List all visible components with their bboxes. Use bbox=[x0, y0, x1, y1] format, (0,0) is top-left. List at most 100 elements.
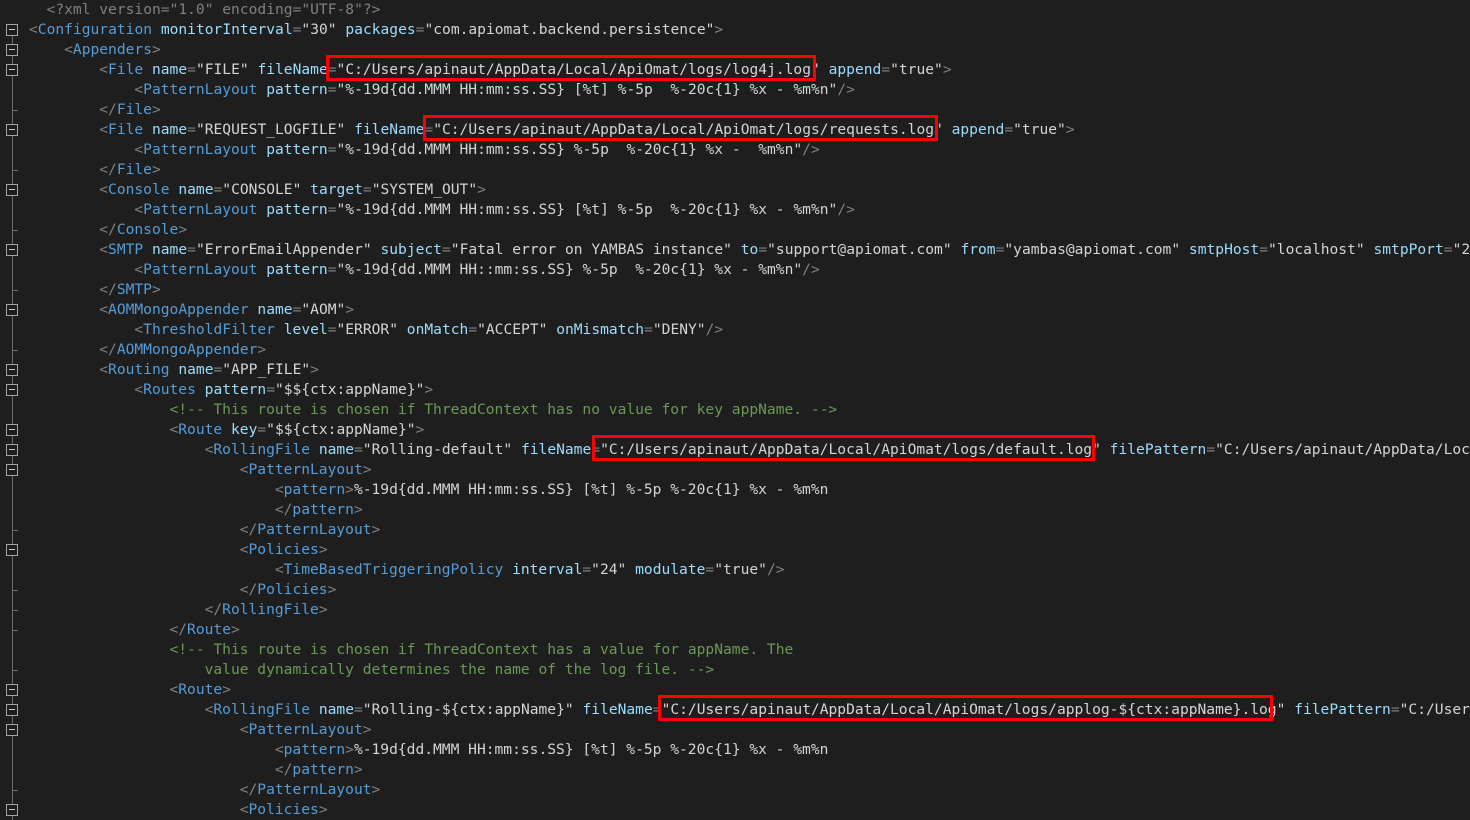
fold-tick bbox=[12, 170, 18, 171]
code-token-attr: name bbox=[152, 121, 187, 138]
code-token-punct: </ bbox=[99, 101, 117, 118]
fold-tick bbox=[12, 610, 18, 611]
fold-collapse-icon[interactable] bbox=[6, 64, 18, 76]
code-token-val: "SYSTEM_OUT" bbox=[372, 181, 477, 198]
code-token-punct: > bbox=[354, 501, 363, 518]
code-line: <Route key="$${ctx:appName}"> bbox=[169, 420, 424, 440]
code-token-tag: PatternLayout bbox=[249, 721, 363, 738]
code-token-text bbox=[143, 241, 152, 258]
code-line: <Route> bbox=[169, 680, 231, 700]
code-token-val: "C:/Users/apinaut/AppData/Local/ApiOmat/… bbox=[337, 61, 820, 78]
code-line: </pattern> bbox=[275, 760, 363, 780]
code-token-punct: /> bbox=[837, 201, 855, 218]
fold-collapse-icon[interactable] bbox=[6, 684, 18, 696]
code-token-tag: pattern bbox=[292, 501, 354, 518]
code-token-text bbox=[820, 61, 829, 78]
code-token-punct: > bbox=[345, 481, 354, 498]
code-token-attr: to bbox=[741, 241, 759, 258]
code-token-punct: < bbox=[134, 261, 143, 278]
code-token-punct: = bbox=[214, 361, 223, 378]
fold-tick bbox=[12, 630, 18, 631]
fold-collapse-icon[interactable] bbox=[6, 124, 18, 136]
code-token-punct: > bbox=[328, 581, 337, 598]
folding-gutter[interactable] bbox=[0, 0, 26, 820]
code-token-punct: = bbox=[354, 441, 363, 458]
code-token-attr: pattern bbox=[266, 261, 328, 278]
code-token-text bbox=[310, 441, 319, 458]
code-text-area[interactable]: <?xml version="1.0" encoding="UTF-8"?><C… bbox=[0, 0, 1470, 820]
code-token-punct: > bbox=[319, 601, 328, 618]
fold-collapse-icon[interactable] bbox=[6, 44, 18, 56]
code-token-tag: SMTP bbox=[108, 241, 143, 258]
code-token-punct: < bbox=[134, 321, 143, 338]
fold-collapse-icon[interactable] bbox=[6, 384, 18, 396]
code-token-punct: = bbox=[881, 61, 890, 78]
code-line: </SMTP> bbox=[99, 280, 161, 300]
code-token-text bbox=[275, 321, 284, 338]
code-token-punct: < bbox=[275, 741, 284, 758]
code-token-punct: > bbox=[943, 61, 952, 78]
code-token-tag: PatternLayout bbox=[143, 141, 257, 158]
code-token-punct: < bbox=[99, 361, 108, 378]
fold-collapse-icon[interactable] bbox=[6, 464, 18, 476]
fold-collapse-icon[interactable] bbox=[6, 184, 18, 196]
fold-collapse-icon[interactable] bbox=[6, 304, 18, 316]
fold-collapse-icon[interactable] bbox=[6, 544, 18, 556]
code-token-attr: name bbox=[178, 181, 213, 198]
code-editor[interactable]: <?xml version="1.0" encoding="UTF-8"?><C… bbox=[0, 0, 1470, 820]
code-token-text bbox=[1285, 701, 1294, 718]
code-token-punct: = bbox=[591, 441, 600, 458]
code-token-tag: Console bbox=[108, 181, 170, 198]
code-token-attr: name bbox=[319, 441, 354, 458]
fold-collapse-icon[interactable] bbox=[6, 704, 18, 716]
code-token-tag: RollingFile bbox=[222, 601, 319, 618]
fold-tick bbox=[12, 530, 18, 531]
code-token-punct: > bbox=[231, 621, 240, 638]
code-token-tag: pattern bbox=[284, 741, 346, 758]
code-token-text bbox=[301, 181, 310, 198]
code-token-text bbox=[257, 81, 266, 98]
fold-collapse-icon[interactable] bbox=[6, 724, 18, 736]
fold-collapse-icon[interactable] bbox=[6, 804, 18, 816]
code-token-val: "24" bbox=[591, 561, 626, 578]
fold-collapse-icon[interactable] bbox=[6, 24, 18, 36]
code-token-attr: monitorInterval bbox=[161, 21, 293, 38]
fold-collapse-icon[interactable] bbox=[6, 364, 18, 376]
code-token-punct: > bbox=[1066, 121, 1075, 138]
code-token-punct: /> bbox=[837, 81, 855, 98]
code-token-punct: > bbox=[416, 421, 425, 438]
fold-collapse-icon[interactable] bbox=[6, 244, 18, 256]
code-token-tag: Route bbox=[178, 681, 222, 698]
code-token-punct: > bbox=[152, 101, 161, 118]
code-token-punct: > bbox=[372, 521, 381, 538]
code-token-tag: Appenders bbox=[73, 41, 152, 58]
code-line: <Routes pattern="$${ctx:appName}"> bbox=[134, 380, 433, 400]
code-token-punct: = bbox=[187, 241, 196, 258]
code-token-punct: > bbox=[345, 741, 354, 758]
code-token-attr: level bbox=[284, 321, 328, 338]
code-token-attr: filePattern bbox=[1110, 441, 1207, 458]
code-token-punct: < bbox=[29, 21, 38, 38]
code-token-punct: = bbox=[582, 561, 591, 578]
code-token-punct: < bbox=[275, 561, 284, 578]
code-token-attr: packages bbox=[345, 21, 415, 38]
code-token-punct: < bbox=[99, 121, 108, 138]
fold-collapse-icon[interactable] bbox=[6, 424, 18, 436]
code-token-punct: </ bbox=[275, 501, 293, 518]
code-token-attr: target bbox=[310, 181, 363, 198]
code-token-attr: fileName bbox=[354, 121, 424, 138]
code-token-punct: > bbox=[222, 681, 231, 698]
code-token-punct: = bbox=[363, 181, 372, 198]
code-line: </RollingFile> bbox=[205, 600, 328, 620]
code-line: </PatternLayout> bbox=[240, 780, 381, 800]
fold-tick bbox=[12, 110, 18, 111]
code-token-tag: Policies bbox=[257, 581, 327, 598]
code-token-punct: </ bbox=[275, 761, 293, 778]
fold-collapse-icon[interactable] bbox=[6, 444, 18, 456]
code-token-text bbox=[1101, 441, 1110, 458]
code-token-val: "true" bbox=[714, 561, 767, 578]
code-token-punct: > bbox=[424, 381, 433, 398]
code-line: <SMTP name="ErrorEmailAppender" subject=… bbox=[99, 240, 1470, 260]
code-token-punct: < bbox=[240, 541, 249, 558]
code-token-val: "APP_FILE" bbox=[222, 361, 310, 378]
